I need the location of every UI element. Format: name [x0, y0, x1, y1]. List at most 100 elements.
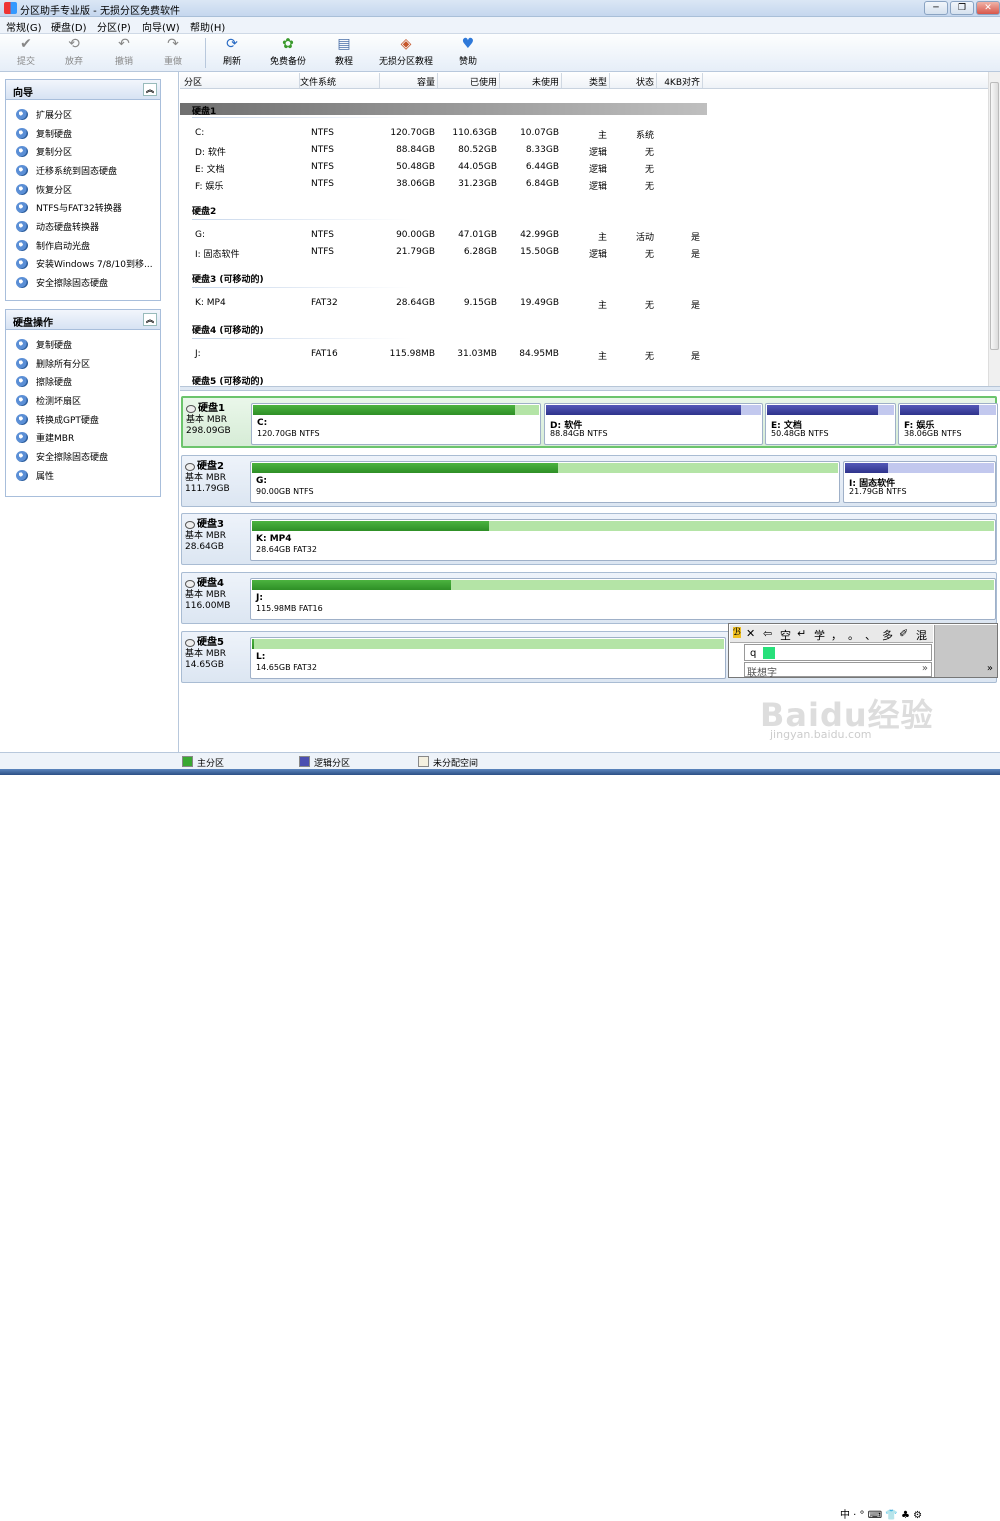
partition-block[interactable]: J: 115.98MB FAT16 [250, 578, 996, 620]
table-cell: 活动 [635, 233, 654, 243]
partition-block[interactable]: G: 90.00GB NTFS [250, 461, 840, 503]
table-row[interactable]: I: 固态软件 NTFS 21.79GB 6.28GB 15.50GB 逻辑 无 是 [180, 247, 710, 264]
disk-card[interactable]: 硬盘2 基本 MBR 111.79GB G: 90.00GB NTFS I: 固态软件 21… [181, 455, 997, 507]
disk-card[interactable]: 硬盘3 基本 MBR 28.64GB K: MP4 28.64GB FAT32 [181, 513, 997, 565]
collapse-icon[interactable]: ︽ [143, 83, 157, 96]
refresh-button[interactable]: ⟳ 刷新 [214, 36, 250, 70]
ime-toolbar: ℬ ✕ ⇦ 空 ↵ 学 ， 。、多 ✐ 混 [730, 625, 933, 643]
ime-input-box[interactable]: q [744, 644, 932, 661]
minimize-button[interactable]: ─ [924, 1, 948, 15]
discard-button[interactable]: ⟲ 放弃 [58, 36, 90, 70]
table-row[interactable]: E: 文档 NTFS 50.48GB 44.05GB 6.44GB 逻辑 无 [180, 162, 710, 179]
disk-op-item[interactable]: 复制硬盘 [6, 335, 160, 354]
ime-tool-button[interactable]: 混 [916, 627, 927, 643]
disk-op-item[interactable]: 擦除硬盘 [6, 372, 160, 391]
column-separator[interactable] [437, 73, 438, 88]
partition-block[interactable]: C: 120.70GB NTFS [251, 403, 541, 445]
column-header[interactable]: 状态 [610, 75, 654, 88]
system-tray[interactable]: 中 · ° ⌨ 👕 ♣ ⚙ [840, 1506, 922, 1521]
table-cell: 主 [597, 131, 607, 141]
ime-tool-button[interactable]: 学 [814, 627, 825, 643]
wizard-item[interactable]: 安装Windows 7/8/10到移... [6, 255, 160, 274]
ime-tool-button[interactable]: ， [831, 627, 842, 643]
ime-tool-button[interactable]: ↵ [797, 627, 806, 640]
wizard-item[interactable]: 制作启动光盘 [6, 236, 160, 255]
tutorial-button[interactable]: ▤ 教程 [327, 36, 361, 70]
partition-tutorial-button[interactable]: ◈ 无损分区教程 [375, 36, 437, 70]
table-row[interactable]: K: MP4 FAT32 28.64GB 9.15GB 19.49GB 主 无 是 [180, 298, 710, 315]
partition-block[interactable]: K: MP4 28.64GB FAT32 [250, 519, 996, 561]
partition-block[interactable]: I: 固态软件 21.79GB NTFS [843, 461, 996, 503]
table-row[interactable]: F: 娱乐 NTFS 38.06GB 31.23GB 6.84GB 逻辑 无 [180, 179, 710, 196]
wizard-item[interactable]: NTFS与FAT32转换器 [6, 198, 160, 217]
toolbar-separator [205, 38, 206, 68]
maximize-button[interactable]: ❐ [950, 1, 974, 15]
partition-block[interactable]: L: 14.65GB FAT32 [250, 637, 726, 679]
partition-block[interactable]: F: 娱乐 38.06GB NTFS [898, 403, 998, 445]
partition-info: 21.79GB NTFS [849, 487, 907, 496]
wizard-item[interactable]: 恢复分区 [6, 180, 160, 199]
ime-tool-button[interactable]: ✕ [746, 627, 755, 640]
undo-button[interactable]: ↶ 撤销 [108, 36, 140, 70]
collapse-icon[interactable]: ︽ [143, 313, 157, 326]
redo-button[interactable]: ↷ 重做 [157, 36, 189, 70]
table-row[interactable]: C: NTFS 120.70GB 110.63GB 10.07GB 主 系统 [180, 128, 710, 145]
ime-tool-button[interactable]: 空 [780, 627, 791, 643]
disk-group-header[interactable]: 硬盘2 [180, 204, 216, 217]
backup-button[interactable]: ✿ 免费备份 [265, 36, 311, 70]
submit-button[interactable]: ✔ 提交 [10, 36, 42, 70]
wizard-item-label: 扩展分区 [36, 110, 73, 121]
menu-general[interactable]: 常规(G) [6, 19, 42, 34]
partition-block[interactable]: E: 文档 50.48GB NTFS [765, 403, 896, 445]
ime-tool-button[interactable]: 。 [848, 627, 859, 643]
scrollbar-thumb[interactable] [990, 82, 999, 350]
column-header[interactable]: 4KB对齐 [657, 75, 700, 88]
legend-unallocated-label: 未分配空间 [433, 759, 479, 769]
disk-group-header[interactable]: 硬盘5 (可移动的) [180, 374, 264, 386]
disk-group-header[interactable]: 硬盘4 (可移动的) [180, 323, 264, 336]
wizard-item[interactable]: 复制分区 [6, 142, 160, 161]
disk-op-item[interactable]: 重建MBR [6, 428, 160, 447]
disk-op-item[interactable]: 删除所有分区 [6, 354, 160, 373]
disk-op-item[interactable]: 转换成GPT硬盘 [6, 410, 160, 429]
wizard-item[interactable]: 安全擦除固态硬盘 [6, 273, 160, 292]
ime-tool-button[interactable]: ⇦ [763, 627, 772, 640]
menu-disk[interactable]: 硬盘(D) [51, 19, 87, 34]
disk-card[interactable]: 硬盘1 基本 MBR 298.09GB C: 120.70GB NTFS D: 软件 88.… [181, 396, 998, 448]
column-header[interactable]: 已使用 [440, 75, 497, 88]
sponsor-button[interactable]: ♥ 赞助 [452, 36, 484, 70]
ime-tool-button[interactable]: ✐ [899, 627, 908, 640]
ime-tool-button[interactable]: 多 [882, 627, 893, 643]
column-header[interactable]: 分区 [184, 75, 202, 88]
table-row[interactable]: J: FAT16 115.98MB 31.03MB 84.95MB 主 无 是 [180, 349, 710, 366]
ime-more-icon[interactable]: » [922, 663, 928, 674]
column-header[interactable]: 容量 [380, 75, 435, 88]
wizard-item[interactable]: 复制硬盘 [6, 124, 160, 143]
ime-association-field[interactable]: 联想字 » [744, 662, 932, 679]
disk-op-item[interactable]: 属性 [6, 466, 160, 485]
table-row[interactable]: D: 软件 NTFS 88.84GB 80.52GB 8.33GB 逻辑 无 [180, 145, 710, 162]
disk-op-item[interactable]: 安全擦除固态硬盘 [6, 447, 160, 466]
wizard-item[interactable]: 迁移系统到固态硬盘 [6, 161, 160, 180]
disk-label: 硬盘2 基本 MBR 111.79GB [185, 461, 247, 495]
column-header[interactable]: 文件系统 [300, 75, 336, 88]
disk-group-header[interactable]: 硬盘1 [180, 103, 707, 117]
column-separator[interactable] [702, 73, 703, 88]
ime-expand-icon[interactable]: » [987, 663, 993, 674]
wizard-item[interactable]: 扩展分区 [6, 105, 160, 124]
disk-card[interactable]: 硬盘4 基本 MBR 116.00MB J: 115.98MB FAT16 [181, 572, 997, 624]
table-row[interactable]: G: NTFS 90.00GB 47.01GB 42.99GB 主 活动 是 [180, 230, 710, 247]
column-header[interactable]: 类型 [562, 75, 607, 88]
usage-bar [546, 405, 761, 415]
close-button[interactable]: ✕ [976, 1, 1000, 15]
wizard-item[interactable]: 动态硬盘转换器 [6, 217, 160, 236]
ime-tool-button[interactable]: 、 [865, 627, 876, 643]
menu-wizard[interactable]: 向导(W) [142, 19, 180, 34]
disk-group-header[interactable]: 硬盘3 (可移动的) [180, 272, 264, 285]
partition-block[interactable]: D: 软件 88.84GB NTFS [544, 403, 763, 445]
disk-size: 111.79GB [185, 484, 230, 494]
menu-help[interactable]: 帮助(H) [190, 19, 225, 34]
disk-op-item[interactable]: 检测坏扇区 [6, 391, 160, 410]
column-header[interactable]: 未使用 [500, 75, 559, 88]
menu-partition[interactable]: 分区(P) [97, 19, 131, 34]
